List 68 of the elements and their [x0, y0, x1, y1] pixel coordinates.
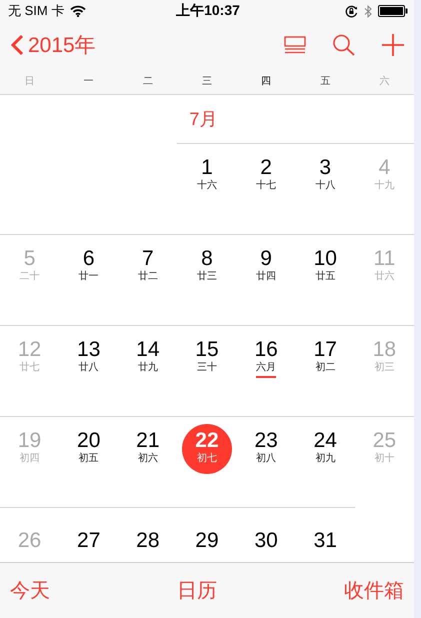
lunar-date: 初二 [315, 361, 336, 374]
day-number[interactable]: 15 [195, 338, 219, 361]
wifi-icon [70, 5, 86, 17]
year-label: 2015年 [28, 33, 96, 59]
search-icon[interactable] [332, 34, 356, 56]
lunar-date: 廿六 [374, 270, 394, 283]
chevron-left-icon [10, 34, 24, 56]
lunar-date: 二十 [20, 270, 40, 283]
lunar-date: 十七 [256, 179, 276, 192]
lunar-date: 初三 [374, 361, 394, 374]
weekday-label: 一 [84, 75, 94, 88]
carrier-label: 无 SIM 卡 [8, 2, 64, 20]
weekday-label: 六 [379, 74, 390, 88]
lunar-date: 初八 [256, 452, 276, 465]
day-number[interactable]: 17 [314, 338, 337, 361]
weekday-label: 二 [142, 75, 153, 88]
lunar-date: 廿三 [196, 270, 217, 283]
day-number[interactable]: 22 [195, 429, 219, 452]
day-number[interactable]: 7 [142, 247, 154, 270]
lunar-date: 廿九 [138, 361, 158, 374]
day-number[interactable]: 13 [77, 338, 100, 361]
lunar-date: 十六 [196, 179, 217, 192]
day-number[interactable]: 8 [201, 247, 213, 270]
lunar-date: 六月 [256, 361, 276, 374]
weekday-label: 五 [320, 75, 330, 88]
lunar-date: 三十 [196, 361, 217, 374]
lunar-date: 廿二 [138, 270, 158, 283]
day-number[interactable]: 16 [254, 338, 278, 361]
list-view-icon[interactable] [284, 36, 306, 54]
add-icon[interactable] [382, 34, 404, 56]
lunar-date: 廿七 [20, 361, 40, 374]
rotation-lock-icon [345, 4, 358, 18]
battery-icon [378, 5, 408, 17]
day-number[interactable]: 2 [260, 156, 272, 179]
lunar-date: 初五 [78, 452, 99, 465]
day-number[interactable]: 1 [201, 156, 213, 179]
lunar-date: 廿五 [315, 270, 336, 283]
day-number[interactable]: 6 [82, 247, 95, 270]
day-number[interactable]: 28 [136, 528, 160, 552]
weekday-label: 三 [202, 75, 212, 88]
day-number[interactable]: 29 [195, 528, 219, 552]
day-number[interactable]: 3 [319, 156, 332, 179]
day-number[interactable]: 23 [254, 429, 278, 452]
month-label: 7月 [188, 108, 218, 131]
lunar-date: 初六 [138, 452, 158, 465]
weekday-label: 四 [261, 75, 272, 88]
day-number[interactable]: 10 [314, 247, 337, 270]
lunar-date: 廿一 [78, 270, 99, 283]
lunar-date: 初九 [315, 452, 336, 465]
lunar-date: 初四 [20, 452, 40, 465]
day-number[interactable]: 30 [254, 528, 278, 552]
day-number[interactable]: 9 [260, 247, 272, 270]
day-number[interactable]: 21 [136, 429, 160, 452]
day-number[interactable]: 20 [77, 429, 100, 452]
day-number[interactable]: 24 [314, 429, 337, 452]
lunar-date: 十九 [374, 179, 394, 192]
lunar-date: 廿四 [256, 270, 276, 283]
day-number[interactable]: 31 [314, 528, 337, 552]
lunar-date: 廿八 [78, 361, 99, 374]
today-circle[interactable]: 22 初七 [182, 424, 232, 474]
lunar-date: 十八 [315, 179, 336, 192]
weekday-label: 日 [24, 75, 35, 88]
day-number[interactable]: 27 [77, 528, 100, 552]
lunar-date: 初七 [196, 452, 217, 465]
status-time: 上午10:37 [176, 2, 240, 20]
lunar-date: 初十 [374, 452, 394, 465]
day-number[interactable]: 14 [136, 338, 160, 361]
bluetooth-icon [364, 4, 372, 18]
